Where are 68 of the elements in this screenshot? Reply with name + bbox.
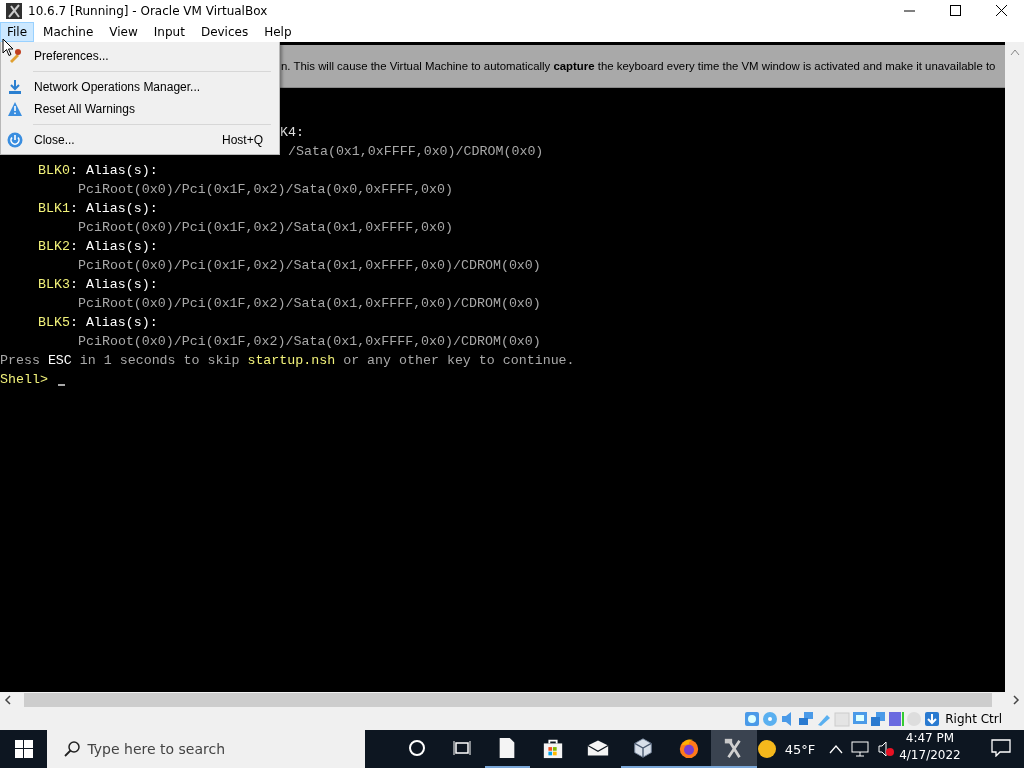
scroll-left-icon[interactable] xyxy=(4,695,12,705)
terminal-text: PciRoot(0x0)/Pci(0x1F,0x2)/Sata(0x1,0xFFFF,0x0) xyxy=(78,219,454,237)
host-key-label: Right Ctrl xyxy=(945,712,1002,726)
terminal-text: startup.nsh xyxy=(247,352,336,370)
terminal-text: BLK0 xyxy=(38,162,70,180)
terminal-text: PciRoot(0x0)/Pci(0x1F,0x2)/Sata(0x0,0xFFFF,0x0) xyxy=(78,181,454,199)
terminal-text: : Alias(s): xyxy=(69,314,158,332)
terminal-text: : Alias(s): xyxy=(69,162,158,180)
cube-icon xyxy=(632,737,655,759)
mouse-pointer-icon xyxy=(2,38,14,57)
chevron-up-icon[interactable] xyxy=(829,744,844,754)
menu-item[interactable]: Machine xyxy=(36,21,101,42)
window-title: 10.6.7 [Running] - Oracle VM VirtualBox xyxy=(28,3,269,18)
terminal-text: PciRoot(0x0)/Pci(0x1F,0x2)/Sata(0x1,0xFFFF,0x0)/CDROM(0x0) xyxy=(78,295,541,313)
menu-item[interactable]: File xyxy=(0,21,35,42)
power-icon xyxy=(7,132,23,148)
terminal-text: : Alias(s): xyxy=(69,276,158,294)
temperature[interactable]: 45°F xyxy=(784,741,816,757)
task-view-icon xyxy=(453,739,472,757)
terminal-text: PciRoot(0x0)/Pci(0x1F,0x2)/Sata(0x1,0xFFFF,0x0)/CDROM(0x0) xyxy=(78,333,541,351)
windows-logo-icon xyxy=(14,740,33,758)
download-icon xyxy=(7,79,23,95)
scroll-right-icon[interactable] xyxy=(1012,695,1020,705)
monitor-icon[interactable] xyxy=(852,711,869,727)
clock-time[interactable]: 4:47 PM xyxy=(905,730,955,747)
clock-date[interactable]: 4/17/2022 xyxy=(899,747,961,764)
close-icon xyxy=(995,5,1007,16)
sun-icon[interactable] xyxy=(756,739,777,759)
taskbar-app[interactable] xyxy=(711,730,757,768)
down-arrow-icon[interactable] xyxy=(924,711,941,727)
menu-item[interactable]: View xyxy=(102,21,145,42)
menu-item[interactable]: Input xyxy=(146,21,192,42)
terminal-text: /Sata(0x1,0xFFFF,0x0)/CDROM(0x0) xyxy=(288,143,544,161)
text-cursor xyxy=(57,384,65,386)
windows-icon[interactable] xyxy=(870,711,887,727)
menu-entry[interactable]: Reset All Warnings xyxy=(1,98,279,120)
terminal-text: BLK1 xyxy=(38,200,70,218)
terminal-text: : Alias(s): xyxy=(69,200,158,218)
fox-globe-icon xyxy=(677,737,700,759)
terminal-text: Shell> xyxy=(0,371,48,389)
warning-icon xyxy=(7,101,23,117)
circle-icon xyxy=(407,739,426,757)
terminal-text: PciRoot(0x0)/Pci(0x1F,0x2)/Sata(0x1,0xFFFF,0x0)/CDROM(0x0) xyxy=(78,257,541,275)
maximize-icon xyxy=(949,5,961,16)
speech-bubble-icon xyxy=(991,739,1012,757)
muted-speaker-icon[interactable] xyxy=(877,741,896,757)
menu-entry[interactable]: Network Operations Manager... xyxy=(1,76,279,98)
app-icon xyxy=(6,2,22,19)
terminal-text: in 1 seconds to skip xyxy=(78,352,241,370)
terminal-text: K4: xyxy=(280,124,304,142)
scrollbar-thumb[interactable] xyxy=(24,693,992,707)
terminal-text: ESC xyxy=(47,352,72,370)
network-icon[interactable] xyxy=(851,741,870,757)
menu-item[interactable]: Help xyxy=(257,21,299,42)
scroll-up-icon[interactable] xyxy=(1009,48,1020,56)
menu-entry[interactable]: Preferences... xyxy=(1,45,279,67)
shopping-bag-icon xyxy=(541,737,564,759)
menu-item[interactable]: Devices xyxy=(193,21,256,42)
terminal-text: Press xyxy=(0,352,41,370)
terminal-text: BLK3 xyxy=(38,276,70,294)
terminal-text: BLK5 xyxy=(38,314,70,332)
menu-entry[interactable]: Close... Host+Q xyxy=(1,129,279,151)
notification-text: n. This will cause the Virtual Machine to automatically capture the keyboard every time the VM window is activated and make it unavailable to xyxy=(281,60,996,72)
search-field[interactable]: Type here to search xyxy=(47,730,365,768)
terminal-text: : Alias(s): xyxy=(69,238,158,256)
terminal-text: BLK2 xyxy=(38,238,70,256)
terminal-text: or any other key to continue. xyxy=(342,352,575,370)
search-icon xyxy=(63,740,82,758)
